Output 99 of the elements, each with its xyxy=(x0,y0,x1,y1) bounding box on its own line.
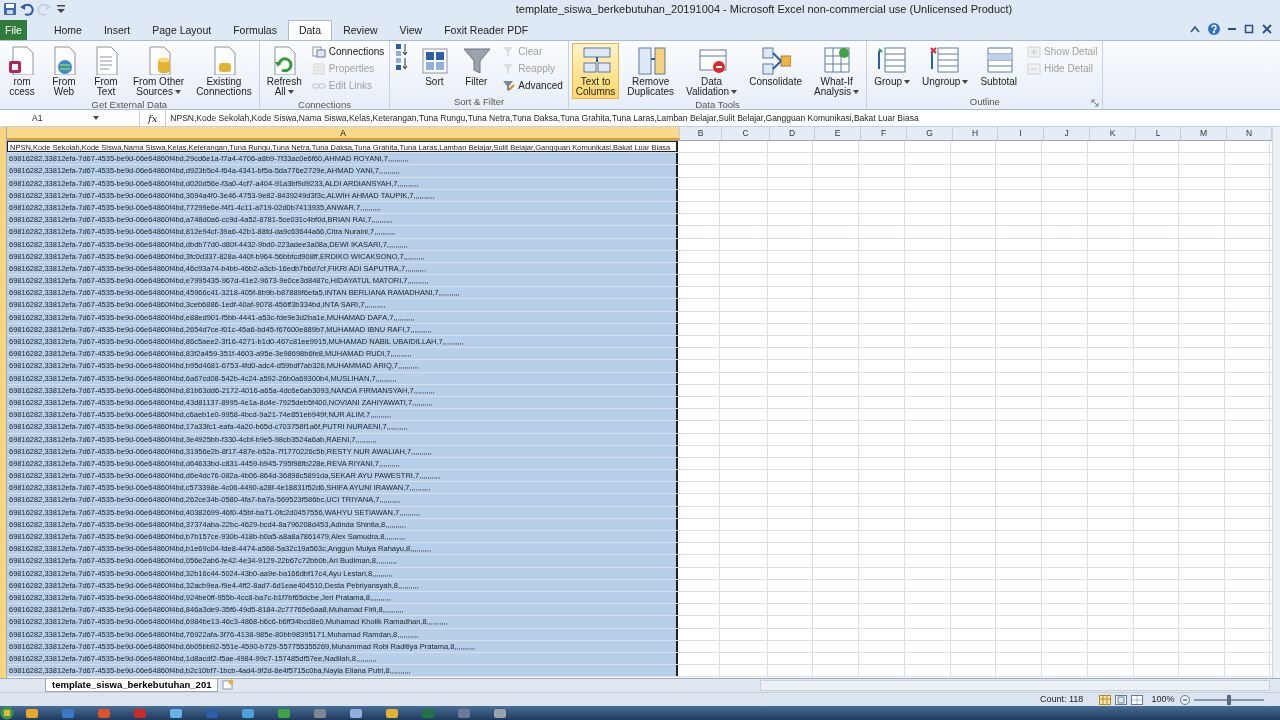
table-split-icon xyxy=(580,45,611,75)
restore-icon xyxy=(1244,24,1254,34)
group-label: Get External Data xyxy=(91,99,168,109)
sort-descending-icon xyxy=(395,57,410,71)
caret-icon xyxy=(93,116,99,120)
ribbon-button[interactable]: Refresh All xyxy=(262,43,306,99)
advanced-filter-icon xyxy=(501,78,516,93)
column-header[interactable]: B xyxy=(680,127,722,140)
ribbon-button[interactable]: Connections xyxy=(309,43,387,60)
sheet-tab[interactable]: template_siswa_berkebutuhan_201 xyxy=(45,679,219,692)
ribbon-tab[interactable]: Insert xyxy=(92,20,142,40)
window-title: template_siswa_berkebutuhan_20191004 - Microsoft Excel non-commercial use (Unlicensed Product) xyxy=(514,1,1014,17)
formula-field[interactable]: NPSN,Kode Sekolah,Kode Siswa,Nama Siswa,Kelas,Keterangan,Tuna Rungu,Tuna Netra,Tuna Daksa,Tuna Grahita,Tuna Laras,Lamban Belajar,Sulit Belajar,Gangguan Komunikasi,Bakat Luar Biasa xyxy=(165,110,1280,126)
sort-icon xyxy=(419,45,450,75)
column-header[interactable]: J xyxy=(1044,127,1090,140)
ribbon-button[interactable]: Remove Duplicates xyxy=(623,43,678,99)
file-tab[interactable]: File xyxy=(0,20,27,40)
ungroup-icon xyxy=(930,45,961,75)
ribbon-button[interactable]: Consolidate xyxy=(745,43,806,89)
ribbon-tab[interactable]: Home xyxy=(42,20,93,40)
column-header[interactable]: D xyxy=(770,127,815,140)
ribbon-button[interactable]: Group xyxy=(870,43,915,89)
group-label: Sort & Filter xyxy=(454,96,505,109)
taskbar-app-icon[interactable] xyxy=(277,707,291,719)
start-orb-icon xyxy=(0,706,14,720)
ribbon-button[interactable]: What-If Analysis xyxy=(810,43,864,99)
page-layout-view-icon[interactable] xyxy=(1115,694,1128,705)
column-header[interactable]: I xyxy=(998,127,1044,140)
column-header[interactable]: A xyxy=(7,127,680,140)
column-header[interactable]: G xyxy=(907,127,953,140)
ribbon-button[interactable]: Subtotal xyxy=(976,43,1022,89)
column-header[interactable]: M xyxy=(1181,127,1227,140)
column-header[interactable]: H xyxy=(953,127,998,140)
slider-thumb[interactable] xyxy=(1227,694,1232,705)
ribbon-tab[interactable]: View xyxy=(388,20,434,40)
normal-view-icon[interactable] xyxy=(1099,694,1112,705)
zoom-out-icon[interactable] xyxy=(1180,694,1191,705)
ribbon-tab[interactable]: Data xyxy=(287,20,333,40)
help-icon xyxy=(1208,23,1220,35)
taskbar-app-icon[interactable] xyxy=(97,707,111,719)
page-icon xyxy=(7,45,37,75)
ribbon-button[interactable]: Ungroup xyxy=(918,43,973,89)
ribbon-tab[interactable]: Formulas xyxy=(222,20,288,40)
properties-icon xyxy=(311,61,326,76)
taskbar-app-icon[interactable] xyxy=(349,707,363,719)
name-box[interactable]: A1 xyxy=(0,110,140,126)
clear-icon xyxy=(501,44,516,59)
ribbon-button[interactable]: Sort xyxy=(415,43,454,89)
ribbon-button[interactable]: Advanced xyxy=(499,77,565,94)
reapply-icon xyxy=(501,61,516,76)
column-header[interactable]: F xyxy=(861,127,907,140)
taskbar-app-icon[interactable] xyxy=(457,707,471,719)
horizontal-scrollbar[interactable] xyxy=(760,680,1270,691)
duplicates-icon xyxy=(635,45,666,75)
page-break-view-icon[interactable] xyxy=(1131,694,1144,705)
save-icon[interactable] xyxy=(3,2,17,16)
group-label: Outline xyxy=(969,96,1000,109)
ribbon-button[interactable]: rom ccess xyxy=(3,43,41,99)
ribbon-button[interactable]: Filter xyxy=(457,43,496,89)
zoom-level[interactable]: 100% xyxy=(1151,692,1175,707)
taskbar-app-icon[interactable] xyxy=(241,707,255,719)
funnel-icon xyxy=(461,45,492,75)
column-header[interactable]: E xyxy=(815,127,861,140)
ribbon-button[interactable]: From Text xyxy=(87,43,125,99)
taskbar-app-icon[interactable] xyxy=(25,707,39,719)
column-header[interactable]: C xyxy=(722,127,770,140)
taskbar-app-icon[interactable] xyxy=(493,707,507,719)
collapse-ribbon-icon xyxy=(1190,25,1200,33)
taskbar-app-icon[interactable] xyxy=(61,707,75,719)
dropdown-icon[interactable] xyxy=(54,2,68,16)
ribbon-button[interactable]: From Web xyxy=(45,43,83,99)
status-count: Count: 118 xyxy=(1040,692,1084,706)
vertical-scrollbar[interactable] xyxy=(1272,127,1280,678)
group-label: Connections xyxy=(298,99,351,109)
column-header[interactable]: L xyxy=(1136,127,1181,140)
what-if-icon xyxy=(821,45,852,75)
taskbar-app-icon[interactable] xyxy=(313,707,327,719)
consolidate-icon xyxy=(760,45,791,75)
ribbon-tab[interactable]: Review xyxy=(332,20,389,40)
show-detail-icon xyxy=(1027,44,1042,59)
taskbar-app-icon[interactable] xyxy=(385,707,399,719)
ribbon-tab[interactable]: Foxit Reader PDF xyxy=(433,20,540,40)
close-icon xyxy=(1262,24,1272,34)
undo-icon[interactable] xyxy=(20,2,34,16)
ribbon-button[interactable]: Existing Connections xyxy=(192,43,256,99)
insert-function-button[interactable]: fx xyxy=(140,110,166,126)
ribbon-button[interactable]: From Other Sources xyxy=(129,43,189,99)
group-icon xyxy=(877,45,908,75)
column-header[interactable]: K xyxy=(1090,127,1136,140)
taskbar-app-icon[interactable] xyxy=(169,707,183,719)
dialog-launcher-icon[interactable] xyxy=(1091,99,1100,107)
minimize-icon xyxy=(1228,28,1236,30)
group-label: Data Tools xyxy=(695,99,740,109)
hide-detail-icon xyxy=(1027,61,1042,76)
ribbon-button[interactable]: Text to Columns xyxy=(571,43,620,99)
insert-sheet-icon[interactable] xyxy=(222,679,235,690)
ribbon-tab[interactable]: Page Layout xyxy=(141,20,223,40)
ribbon-button[interactable]: Data Validation xyxy=(682,43,742,99)
sort-ascending-icon xyxy=(395,43,410,57)
